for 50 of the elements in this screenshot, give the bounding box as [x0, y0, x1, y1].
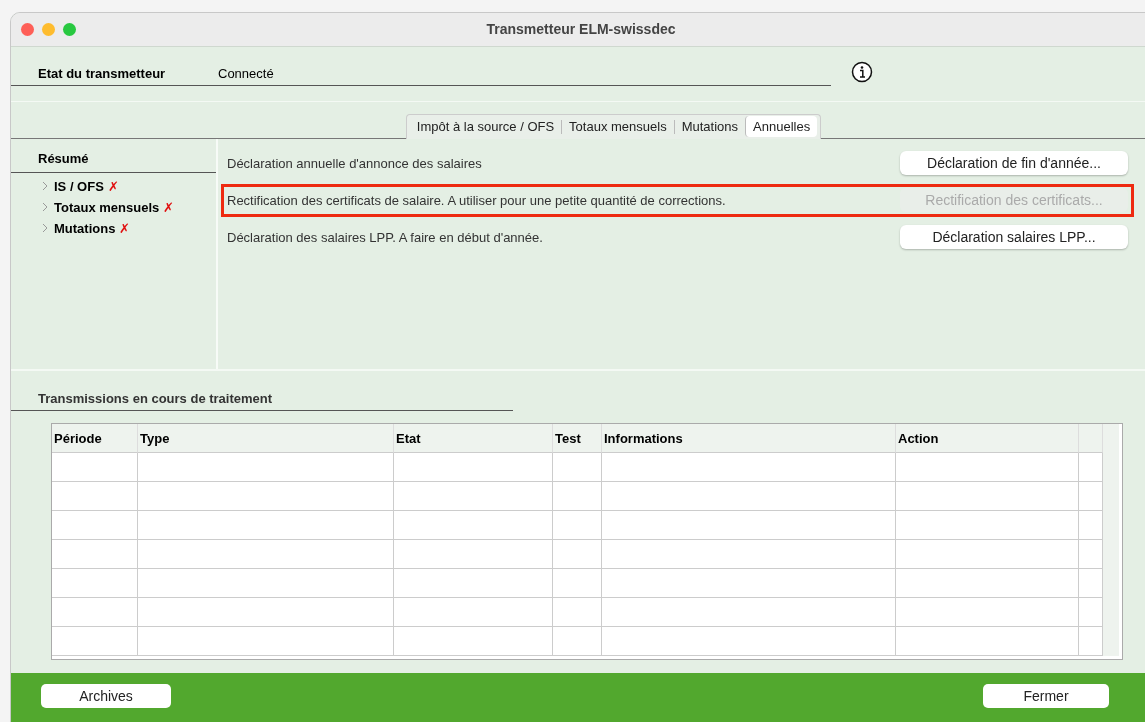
tab[interactable]: Impôt à la source / OFS	[409, 116, 562, 138]
action-description: Déclaration des salaires LPP. A faire en début d'année.	[226, 229, 543, 245]
section-title: Transmissions en cours de traitement	[11, 391, 513, 411]
table-cell	[553, 453, 602, 482]
minimize-button[interactable]	[42, 22, 55, 36]
table-cell	[553, 627, 602, 656]
chevron-icon[interactable]	[42, 223, 48, 234]
zoom-button[interactable]	[63, 22, 76, 36]
window-title: Transmetteur ELM-swissdec	[485, 21, 677, 38]
close-button[interactable]	[21, 22, 34, 36]
table-cell	[1079, 569, 1103, 598]
table-cell	[1079, 453, 1103, 482]
status-value: Connecté	[217, 65, 274, 81]
action-button[interactable]: Déclaration salaires LPP...	[900, 225, 1128, 250]
column-header[interactable]: Test	[553, 424, 602, 453]
summary-item[interactable]: Mutations	[54, 220, 116, 236]
summary-item[interactable]: IS / OFS	[54, 178, 104, 194]
info-icon[interactable]	[851, 60, 873, 83]
table-cell	[553, 482, 602, 511]
column-header[interactable]: Informations	[602, 424, 896, 453]
error-mark: ✗	[107, 178, 119, 194]
table-cell	[553, 569, 602, 598]
column-header	[1079, 424, 1103, 453]
status-label: Etat du transmetteur	[37, 65, 167, 81]
tab[interactable]: Totaux mensuels	[562, 116, 674, 138]
table-cell	[1079, 511, 1103, 540]
tab[interactable]: Annuelles	[745, 116, 818, 138]
column-header[interactable]: Période	[52, 424, 138, 453]
error-mark: ✗	[163, 199, 175, 215]
summary-item[interactable]: Totaux mensuels	[54, 199, 160, 215]
action-button[interactable]: Déclaration de fin d'année...	[900, 151, 1128, 176]
tab[interactable]: Mutations	[674, 116, 746, 138]
column-header[interactable]: Action	[896, 424, 1079, 453]
table-cell	[1079, 540, 1103, 569]
table-cell	[1079, 627, 1103, 656]
table-cell	[1079, 598, 1103, 627]
table-cell	[553, 598, 602, 627]
table-cell	[553, 511, 602, 540]
error-mark: ✗	[119, 220, 131, 236]
chevron-icon[interactable]	[42, 181, 48, 192]
archives-button[interactable]: Archives	[41, 684, 171, 708]
column-header[interactable]: Type	[138, 424, 394, 453]
table-cell	[1079, 482, 1103, 511]
chevron-icon[interactable]	[42, 202, 48, 213]
close-dialog-button[interactable]: Fermer	[983, 684, 1109, 708]
table-cell	[553, 540, 602, 569]
summary-title: Résumé	[11, 150, 216, 173]
action-description: Rectification des certificats de salaire. A utiliser pour une petite quantité de corrections.	[226, 192, 726, 208]
action-description: Déclaration annuelle d'annonce des salaires	[226, 155, 482, 171]
column-header[interactable]: Etat	[394, 424, 553, 453]
